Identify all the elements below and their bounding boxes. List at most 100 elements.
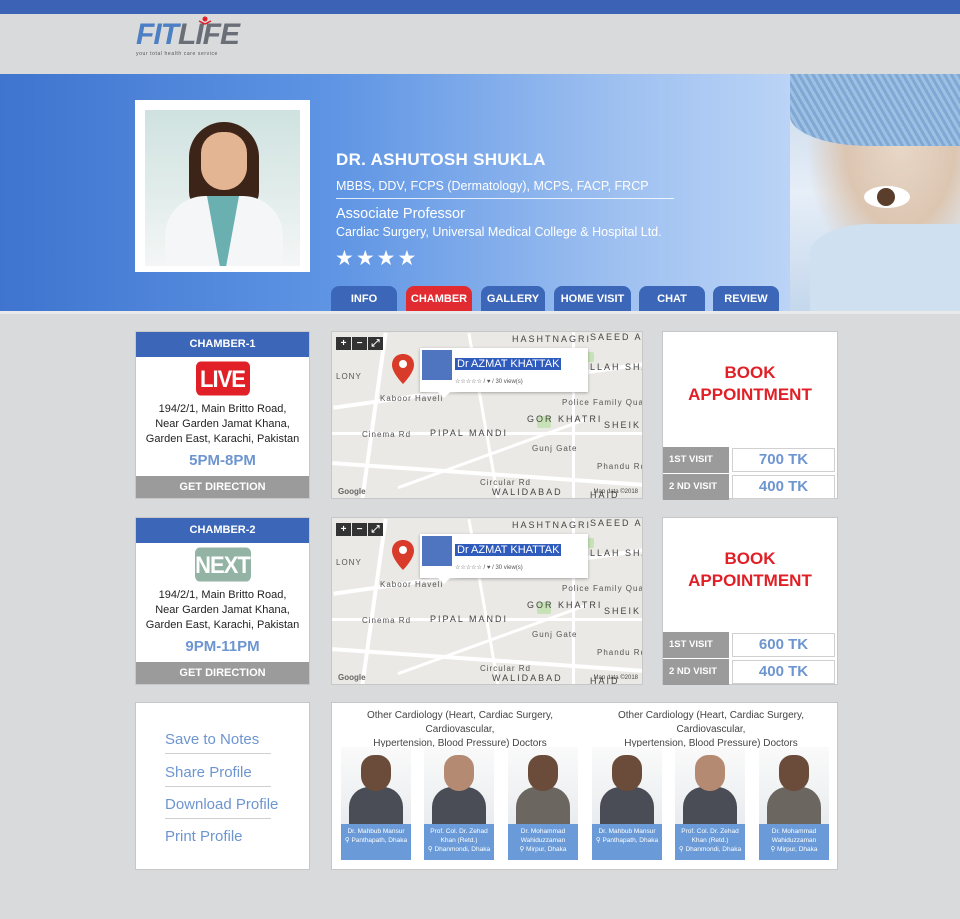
doctor-degrees: MBBS, DDV, FCPS (Dermatology), MCPS, FAC… xyxy=(336,179,649,193)
fee-value: 600 TK xyxy=(732,633,835,657)
doctor-card[interactable]: Dr. Mahbub Mansur ⚲ Panthapath, Dhaka xyxy=(592,747,662,860)
surgeon-eye xyxy=(864,186,910,208)
doctor-photo xyxy=(145,110,300,266)
map-label: HASHTNAGRI xyxy=(512,334,592,344)
map-pin-icon[interactable] xyxy=(392,354,414,384)
chamber-title: CHAMBER-2 xyxy=(136,518,309,543)
doctor-card[interactable]: Prof. Col. Dr. Zehad Khan (Retd.) ⚲ Dhan… xyxy=(424,747,494,860)
fitlife-logo[interactable]: FITLIFE your total health care service xyxy=(136,16,248,62)
logo-tagline: your total health care service xyxy=(136,51,218,57)
popup-meta: ☆☆☆☆☆ / ♥ / 30 view(s) xyxy=(455,379,523,385)
doctor-card-location: ⚲ Panthapath, Dhaka xyxy=(595,837,659,844)
map-label: GOR KHATRI xyxy=(527,414,603,424)
other-doctors-heading: Other Cardiology (Heart, Cardiac Surgery… xyxy=(335,709,585,751)
popup-doctor-name[interactable]: Dr AZMAT KHATTAK xyxy=(455,544,562,556)
map-label: LLAH SHAH xyxy=(590,362,642,372)
map-label: Circular Rd xyxy=(480,664,532,673)
doctor-caption: Dr. Mahbub Mansur ⚲ Panthapath, Dhaka xyxy=(341,824,411,860)
book-label: BOOK xyxy=(724,363,776,382)
doctor-caption: Prof. Col. Dr. Zehad Khan (Retd.) ⚲ Dhan… xyxy=(424,824,494,860)
map-controls: + − ⤢ xyxy=(336,337,383,350)
doctor-card[interactable]: Prof. Col. Dr. Zehad Khan (Retd.) ⚲ Dhan… xyxy=(675,747,745,860)
doctor-caption: Dr. Mohammad Wahiduzzaman ⚲ Mirpur, Dhak… xyxy=(759,824,829,860)
surgeon-cap xyxy=(790,74,960,146)
print-profile-link[interactable]: Print Profile xyxy=(165,828,243,845)
avatar xyxy=(422,536,452,566)
tab-review[interactable]: REVIEW xyxy=(713,286,779,312)
heading-line: Other Cardiology (Heart, Cardiac Surgery… xyxy=(367,710,553,735)
chamber-map-2[interactable]: HASHTNAGRI SAEED ABA LLAH SHAH PIPAL MAN… xyxy=(331,517,643,685)
address-line: Near Garden Jamat Khana, xyxy=(155,604,290,616)
profile-actions: Save to Notes Share Profile Download Pro… xyxy=(135,702,310,870)
share-profile-link[interactable]: Share Profile xyxy=(165,764,252,781)
chamber-title: CHAMBER-1 xyxy=(136,332,309,357)
map-label: Phandu Rd xyxy=(597,462,643,471)
save-to-notes-link[interactable]: Save to Notes xyxy=(165,731,259,748)
zoom-out-button[interactable]: − xyxy=(352,523,367,536)
fullscreen-button[interactable]: ⤢ xyxy=(368,337,383,350)
fee-value: 700 TK xyxy=(732,448,835,472)
booking-card-2: BOOK APPOINTMENT 1ST VISIT 600 TK 2 ND V… xyxy=(662,517,838,685)
map-label: Kaboor Haveli xyxy=(380,394,444,403)
book-appointment-button[interactable]: BOOK APPOINTMENT xyxy=(663,548,837,592)
doctor-title: Associate Professor xyxy=(336,206,465,222)
doctor-card-name: Prof. Col. Dr. Zehad Khan (Retd.) xyxy=(430,828,488,844)
fee-row: 2 ND VISIT 400 TK xyxy=(663,474,837,500)
doctor-card[interactable]: Dr. Mohammad Wahiduzzaman ⚲ Mirpur, Dhak… xyxy=(759,747,829,860)
map-pin-icon[interactable] xyxy=(392,540,414,570)
map-label: SHEIK JUNAID xyxy=(604,420,642,430)
fee-row: 1ST VISIT 600 TK xyxy=(663,632,837,658)
map-label: Phandu Rd xyxy=(597,648,643,657)
tab-chamber[interactable]: CHAMBER xyxy=(406,286,472,312)
chamber-address: 194/2/1, Main Britto Road, Near Garden J… xyxy=(136,402,309,447)
address-line: Near Garden Jamat Khana, xyxy=(155,418,290,430)
address-line: Garden East, Karachi, Pakistan xyxy=(145,433,300,445)
chamber-map-1[interactable]: HASHTNAGRI SAEED ABA LLAH SHAH PIPAL MAN… xyxy=(331,331,643,499)
book-appointment-button[interactable]: BOOK APPOINTMENT xyxy=(663,362,837,406)
fee-row: 1ST VISIT 700 TK xyxy=(663,447,837,473)
map-controls: + − ⤢ xyxy=(336,523,383,536)
doctor-card-name: Dr. Mahbub Mansur xyxy=(598,828,656,835)
doctor-map-popup[interactable]: Dr AZMAT KHATTAK ☆☆☆☆☆ / ♥ / 30 view(s) xyxy=(420,348,588,398)
map-label: Cinema Rd xyxy=(362,616,412,625)
fee-value: 400 TK xyxy=(732,475,835,499)
zoom-in-button[interactable]: + xyxy=(336,337,351,350)
map-label: SHEIK JUNAID xyxy=(604,606,642,616)
get-direction-button[interactable]: GET DIRECTION xyxy=(136,662,309,684)
tab-gallery[interactable]: GALLERY xyxy=(481,286,545,312)
doctor-card-name: Dr. Mohammad Wahiduzzaman xyxy=(771,828,817,844)
map-label: Police Family Quarters xyxy=(562,584,642,593)
map-label: Gunj Gate xyxy=(532,630,578,639)
get-direction-button[interactable]: GET DIRECTION xyxy=(136,476,309,498)
fee-row: 2 ND VISIT 400 TK xyxy=(663,659,837,685)
appointment-label: APPOINTMENT xyxy=(688,385,812,404)
divider xyxy=(165,753,271,754)
person-figure-icon xyxy=(198,16,212,25)
map-label: LLAH SHAH xyxy=(590,548,642,558)
fullscreen-button[interactable]: ⤢ xyxy=(368,523,383,536)
tab-info[interactable]: INFO xyxy=(331,286,397,312)
book-label: BOOK xyxy=(724,549,776,568)
doctor-card-location: ⚲ Mirpur, Dhaka xyxy=(770,846,818,853)
google-attribution: Google xyxy=(338,487,366,496)
map-label: Kaboor Haveli xyxy=(380,580,444,589)
doctor-card-location: ⚲ Mirpur, Dhaka xyxy=(519,846,567,853)
popup-doctor-name[interactable]: Dr AZMAT KHATTAK xyxy=(455,358,562,370)
tab-chat[interactable]: CHAT xyxy=(639,286,705,312)
doctor-card[interactable]: Dr. Mohammad Wahiduzzaman ⚲ Mirpur, Dhak… xyxy=(508,747,578,860)
doctor-card-name: Dr. Mahbub Mansur xyxy=(347,828,405,835)
doctor-map-popup[interactable]: Dr AZMAT KHATTAK ☆☆☆☆☆ / ♥ / 30 view(s) xyxy=(420,534,588,584)
zoom-out-button[interactable]: − xyxy=(352,337,367,350)
zoom-in-button[interactable]: + xyxy=(336,523,351,536)
download-profile-link[interactable]: Download Profile xyxy=(165,796,278,813)
chamber-time: 5PM-8PM xyxy=(189,452,256,469)
divider xyxy=(165,786,271,787)
doctor-card-location: ⚲ Dhanmondi, Dhaka xyxy=(678,846,742,853)
address-line: 194/2/1, Main Britto Road, xyxy=(158,589,287,601)
avatar xyxy=(422,350,452,380)
doctor-card[interactable]: Dr. Mahbub Mansur ⚲ Panthapath, Dhaka xyxy=(341,747,411,860)
tab-home-visit[interactable]: HOME VISIT xyxy=(554,286,631,312)
chamber-card-2: CHAMBER-2 NEXT 194/2/1, Main Britto Road… xyxy=(135,517,310,685)
doctor-caption: Dr. Mahbub Mansur ⚲ Panthapath, Dhaka xyxy=(592,824,662,860)
surgeon-mask xyxy=(810,224,960,312)
